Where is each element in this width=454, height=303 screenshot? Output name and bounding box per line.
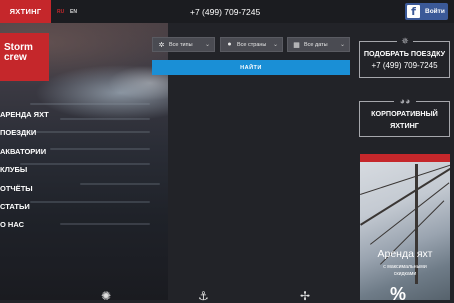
country-select-value: Все страны: [237, 41, 267, 48]
header-phone[interactable]: +7 (499) 709-7245: [190, 7, 260, 17]
banner-subtitle-2: скидками: [393, 271, 417, 277]
find-button[interactable]: НАЙТИ: [152, 60, 350, 75]
menu-item-articles[interactable]: СТАТЬИ: [0, 202, 30, 211]
menu-item-about[interactable]: О НАС: [0, 220, 24, 229]
anchor-icon: ⚓: [198, 289, 209, 303]
date-select-value: Все даты: [304, 41, 328, 48]
yachting-tab[interactable]: ЯХТИНГ: [0, 0, 51, 23]
logo-line-2: crew: [4, 52, 27, 63]
type-select[interactable]: ✲ Все типы ⌄: [152, 37, 215, 52]
yacht-rental-banner[interactable]: Аренда яхт с максимальными скидками %: [360, 154, 450, 300]
map-pin-icon: ●: [227, 41, 232, 48]
menu-item-trips[interactable]: ПОЕЗДКИ: [0, 128, 36, 137]
top-bar: ЯХТИНГ RU EN +7 (499) 709-7245 f Войти: [0, 0, 454, 23]
storm-crew-logo[interactable]: Storm crew: [0, 33, 49, 81]
facebook-login-label: Войти: [425, 8, 445, 15]
menu-item-yacht-rental[interactable]: АРЕНДА ЯХТ: [0, 110, 49, 119]
chevron-down-icon: ⌄: [272, 42, 278, 48]
menu-item-waters[interactable]: АКВАТОРИИ: [0, 147, 46, 156]
date-select[interactable]: ▦ Все даты ⌄: [287, 37, 350, 52]
calendar-icon: ▦: [293, 41, 300, 49]
helm-icon: ✢: [300, 289, 311, 303]
corp-card-line-2: ЯХТИНГ: [390, 121, 419, 130]
corporate-yachting-card[interactable]: ◕◕ КОРПОРАТИВНЫЙ ЯХТИНГ: [359, 96, 450, 137]
banner-percent: %: [390, 284, 407, 300]
gear-wheel-icon: ✲: [158, 41, 165, 49]
trip-card-title: ПОДОБРАТЬ ПОЕЗДКУ: [363, 49, 446, 58]
banner-top-strip: [360, 154, 450, 162]
sun-icon: ✺: [101, 289, 112, 303]
chevron-down-icon: ⌄: [204, 42, 210, 48]
facebook-icon: f: [407, 5, 420, 18]
menu-item-clubs[interactable]: КЛУБЫ: [0, 165, 27, 174]
banner-subtitle-1: с максимальными: [383, 264, 427, 270]
lang-en-link[interactable]: EN: [70, 9, 77, 15]
type-select-value: Все типы: [169, 41, 193, 48]
chevron-down-icon: ⌄: [339, 42, 345, 48]
banner-title: Аренда яхт: [377, 248, 433, 260]
sunglasses-icon: ◕◕: [394, 96, 416, 106]
steering-wheel-icon: ✵: [397, 36, 413, 46]
find-trip-card[interactable]: ✵ ПОДОБРАТЬ ПОЕЗДКУ +7 (499) 709-7245: [359, 36, 450, 78]
trip-card-phone: +7 (499) 709-7245: [371, 61, 438, 70]
lang-ru-link[interactable]: RU: [57, 9, 64, 15]
corp-card-line-1: КОРПОРАТИВНЫЙ: [371, 109, 438, 118]
facebook-login-button[interactable]: f Войти: [405, 3, 448, 20]
country-select[interactable]: ● Все страны ⌄: [220, 37, 283, 52]
menu-item-reports[interactable]: ОТЧЁТЫ: [0, 184, 33, 193]
